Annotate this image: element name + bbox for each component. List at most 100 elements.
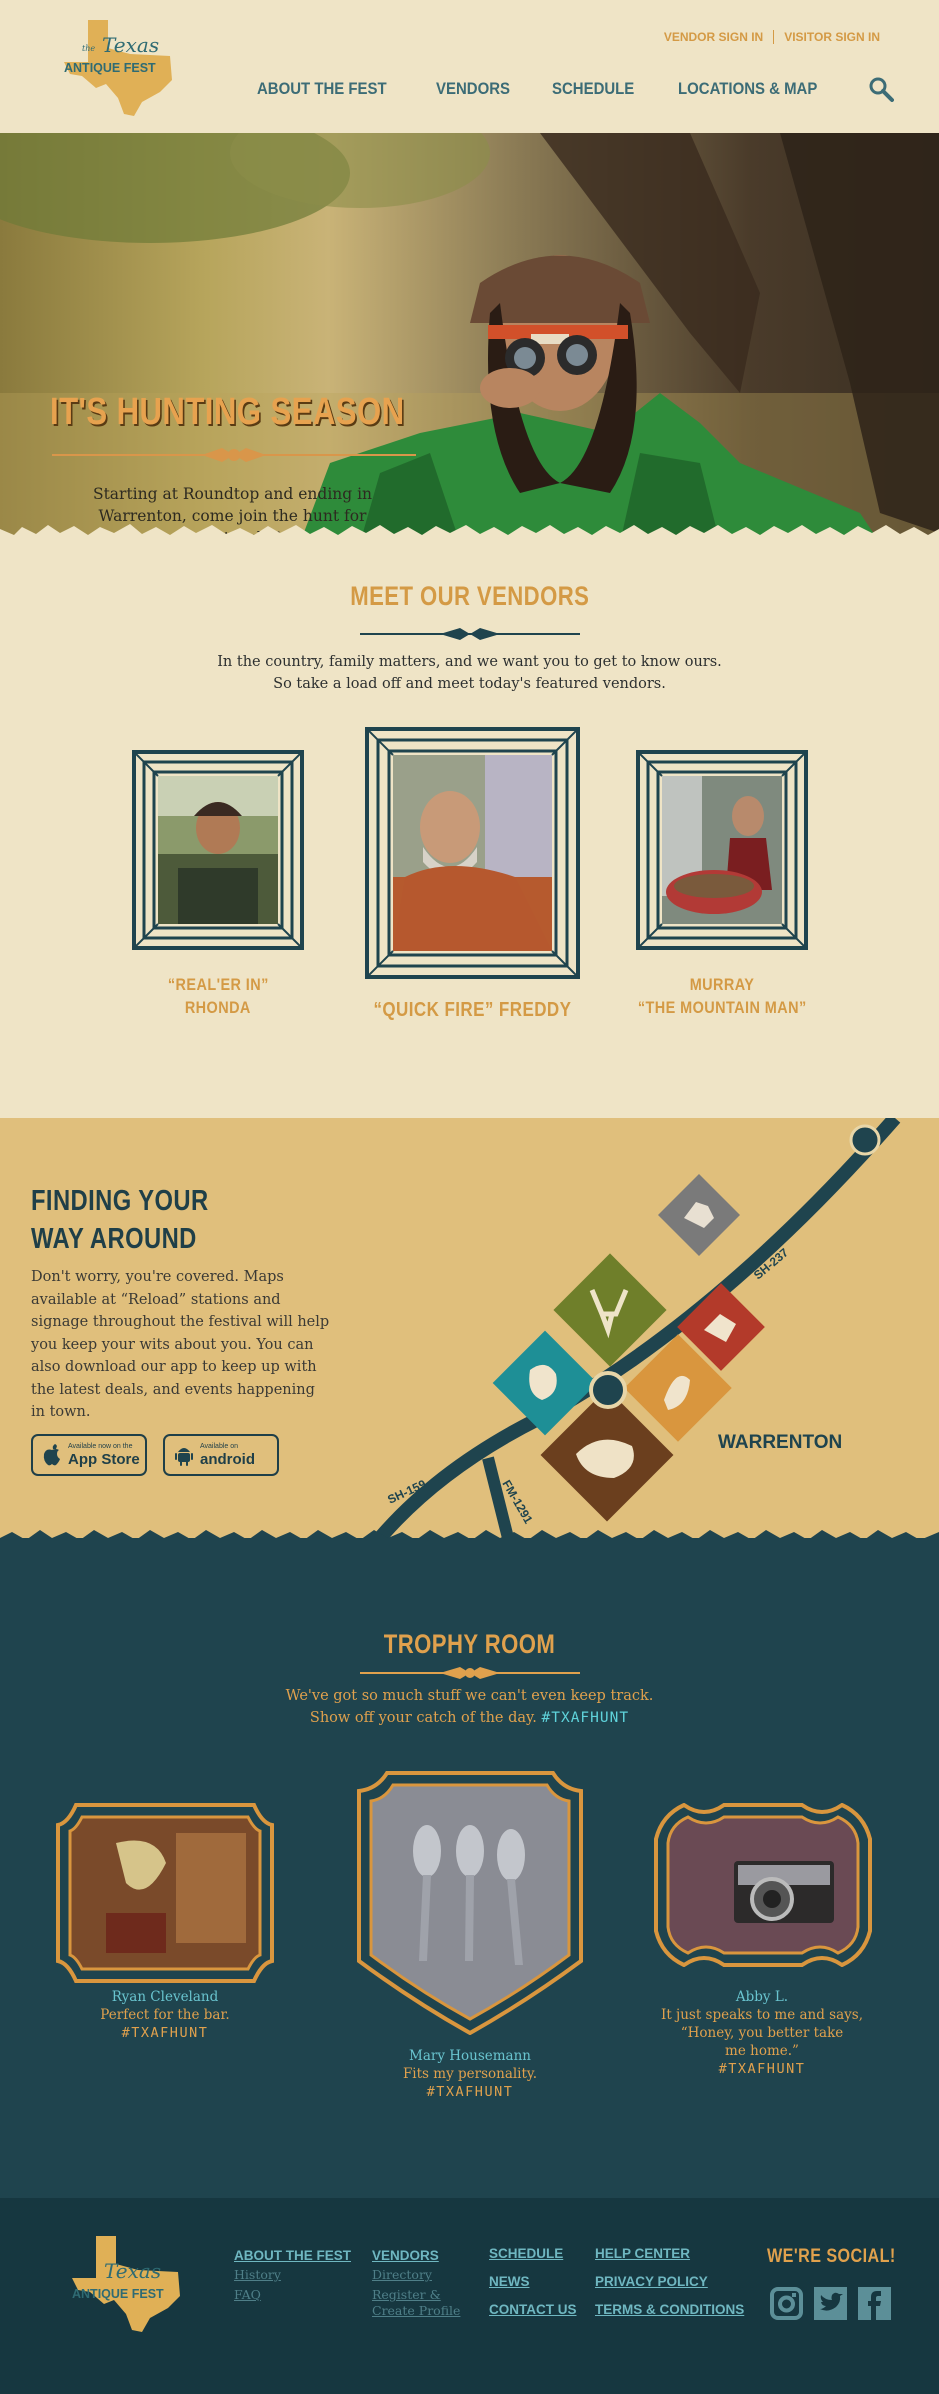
torn-edge <box>0 524 939 543</box>
hero-banner: IT'S HUNTING SEASON Starting at Roundtop… <box>0 133 939 543</box>
footer-register-link[interactable]: Register & Create Profile <box>372 2287 460 2319</box>
search-icon[interactable] <box>868 76 894 102</box>
instagram-icon[interactable] <box>770 2287 803 2320</box>
site-header: Texas the ANTIQUE FEST VENDOR SIGN IN VI… <box>0 0 939 133</box>
ornament-divider <box>360 1667 580 1679</box>
vendors-intro-line2: So take a load off and meet today's feat… <box>273 676 666 692</box>
app-store-label: App Store <box>68 1450 140 1468</box>
divider <box>773 30 775 44</box>
trophy-caption-3: Abby L. It just speaks to me and says, “… <box>632 1988 892 2078</box>
trophy-intro: We've got so much stuff we can't even ke… <box>285 1688 654 1726</box>
footer-vendors-link[interactable]: VENDORS <box>372 2248 460 2263</box>
trophy-card-spoons[interactable] <box>357 1771 583 2039</box>
footer-col-vendors: VENDORS Directory Register & Create Profi… <box>372 2248 460 2319</box>
vendor-photo-frame <box>636 750 808 950</box>
vendor-sign-in-link[interactable]: VENDOR SIGN IN <box>664 30 763 44</box>
main-nav: ABOUT THE FEST VENDORS SCHEDULE LOCATION… <box>257 76 894 102</box>
footer-contact-link[interactable]: CONTACT US <box>489 2302 577 2317</box>
map-description: Don't worry, you're covered. Maps availa… <box>31 1269 330 1420</box>
twitter-icon[interactable] <box>814 2287 847 2320</box>
map-title: FINDING YOUR WAY AROUND <box>31 1185 209 1255</box>
map-tile-wolf[interactable] <box>657 1173 741 1257</box>
vendor-photo-frame <box>365 727 580 979</box>
logo-text-bottom: ANTIQUE FEST <box>64 61 156 75</box>
nav-about[interactable]: ABOUT THE FEST <box>257 79 387 99</box>
footer-faq-link[interactable]: FAQ <box>234 2287 351 2303</box>
texas-shape-icon <box>72 2236 180 2332</box>
trophy-author[interactable]: Ryan Cleveland <box>35 1988 295 2006</box>
vendor-name-rhonda[interactable]: “REAL'ER IN” RHONDA <box>118 973 318 1019</box>
vendor-card-murray[interactable] <box>636 750 808 950</box>
festival-map[interactable]: WARRENTON SH-237 SH-159 FM-1291 <box>370 1118 939 1538</box>
vendors-section: MEET OUR VENDORS In the country, family … <box>0 543 939 1118</box>
vendors-title: MEET OUR VENDORS <box>349 581 590 611</box>
svg-text:Texas: Texas <box>104 2259 161 2283</box>
vendor-name-freddy[interactable]: “QUICK FIRE” FREDDY <box>342 999 602 1022</box>
trophy-quote: me home.” <box>725 2043 799 2059</box>
logo[interactable]: Texas the ANTIQUE FEST <box>60 18 180 118</box>
app-store-small-text: Available now on the <box>68 1442 133 1450</box>
map-label-warrenton: WARRENTON <box>718 1432 842 1453</box>
trophy-author[interactable]: Abby L. <box>632 1988 892 2006</box>
trophy-hashtag[interactable]: #TXAFHUNT <box>35 2024 295 2042</box>
logo-prefix: the <box>82 44 95 53</box>
trophy-quote: Perfect for the bar. <box>100 2007 230 2023</box>
trophy-caption-1: Ryan Cleveland Perfect for the bar. #TXA… <box>35 1988 295 2042</box>
nav-schedule[interactable]: SCHEDULE <box>552 79 634 99</box>
vendor-name-murray[interactable]: MURRAY “THE MOUNTAIN MAN” <box>612 973 832 1019</box>
footer-col-about: ABOUT THE FEST History FAQ <box>234 2248 351 2307</box>
trophy-author[interactable]: Mary Housemann <box>340 2047 600 2065</box>
trophy-quote: It just speaks to me and says, <box>660 2007 863 2023</box>
android-label: android <box>200 1450 255 1468</box>
android-icon <box>175 1448 193 1466</box>
svg-text:ANTIQUE FEST: ANTIQUE FEST <box>72 2287 164 2301</box>
map-section: FINDING YOUR WAY AROUND Don't worry, you… <box>0 1118 939 1538</box>
vendor-card-freddy[interactable] <box>365 727 580 979</box>
trophy-caption-2: Mary Housemann Fits my personality. #TXA… <box>340 2047 600 2101</box>
site-footer: Texas ANTIQUE FEST ABOUT THE FEST Histor… <box>0 2198 939 2394</box>
trophy-quote: Fits my personality. <box>402 2066 538 2082</box>
trophy-hashtag[interactable]: #TXAFHUNT <box>632 2060 892 2078</box>
hero-photo <box>0 133 939 543</box>
footer-privacy-link[interactable]: PRIVACY POLICY <box>595 2274 744 2289</box>
ornament-divider <box>52 448 416 462</box>
hero-title: IT'S HUNTING SEASON <box>50 391 405 433</box>
trophy-title: TROPHY ROOM <box>383 1629 556 1659</box>
trophy-card-camera[interactable] <box>654 1802 872 1971</box>
hashtag-link[interactable]: #TXAFHUNT <box>542 1710 630 1726</box>
apple-icon <box>43 1444 60 1466</box>
footer-col-4: HELP CENTER PRIVACY POLICY TERMS & CONDI… <box>595 2246 744 2330</box>
facebook-icon[interactable] <box>858 2287 891 2320</box>
nav-locations[interactable]: LOCATIONS & MAP <box>678 79 817 99</box>
footer-news-link[interactable]: NEWS <box>489 2274 577 2289</box>
footer-history-link[interactable]: History <box>234 2267 351 2283</box>
trophy-photo-frame <box>56 1803 274 1983</box>
android-small-text: Available on <box>200 1442 239 1450</box>
android-button[interactable]: Available on android <box>163 1434 279 1476</box>
trophy-section: TROPHY ROOM We've got so much stuff we c… <box>0 1524 939 2198</box>
visitor-sign-in-link[interactable]: VISITOR SIGN IN <box>784 30 880 44</box>
footer-about-link[interactable]: ABOUT THE FEST <box>234 2248 351 2263</box>
app-store-button[interactable]: Available now on the App Store <box>31 1434 147 1476</box>
trophy-quote: “Honey, you better take <box>680 2025 844 2041</box>
trophy-photo-frame <box>357 1771 583 2036</box>
footer-col-3: SCHEDULE NEWS CONTACT US <box>489 2246 577 2330</box>
footer-terms-link[interactable]: TERMS & CONDITIONS <box>595 2302 744 2317</box>
nav-vendors[interactable]: VENDORS <box>436 79 510 99</box>
footer-help-link[interactable]: HELP CENTER <box>595 2246 744 2261</box>
trophy-card-gramophone[interactable] <box>56 1803 274 1987</box>
vendor-photo-frame <box>132 750 304 950</box>
vendors-intro-line1: In the country, family matters, and we w… <box>217 654 722 670</box>
ornament-divider <box>360 628 580 640</box>
trophy-photo-frame <box>654 1802 872 1968</box>
social-title: WE'RE SOCIAL! <box>767 2246 896 2267</box>
footer-logo[interactable]: Texas ANTIQUE FEST <box>68 2234 188 2334</box>
footer-schedule-link[interactable]: SCHEDULE <box>489 2246 577 2261</box>
torn-edge <box>0 1524 939 1546</box>
vendor-card-rhonda[interactable] <box>132 750 304 950</box>
social-icons <box>770 2287 891 2320</box>
utility-nav: VENDOR SIGN IN VISITOR SIGN IN <box>664 30 880 44</box>
logo-text-top: Texas <box>102 33 159 57</box>
footer-directory-link[interactable]: Directory <box>372 2267 460 2283</box>
trophy-hashtag[interactable]: #TXAFHUNT <box>340 2083 600 2101</box>
